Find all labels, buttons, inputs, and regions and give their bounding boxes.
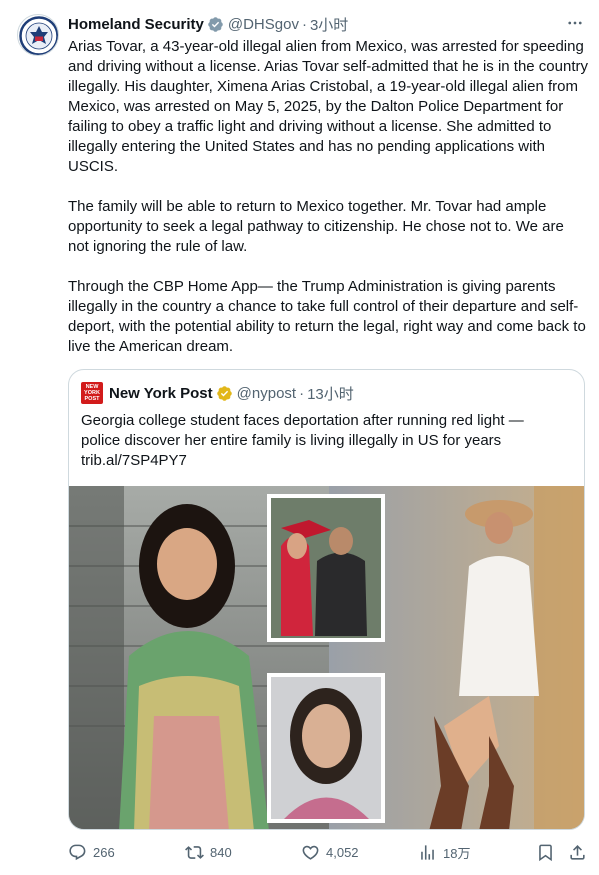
tweet: Homeland Security @DHSgov · 3小时 Arias To… (0, 0, 599, 875)
action-bar: 266 840 4,052 18万 (68, 840, 588, 864)
repost-button[interactable]: 840 (185, 840, 232, 864)
quoted-author-name[interactable]: New York Post (109, 385, 213, 402)
quoted-author-handle[interactable]: @nypost (237, 385, 296, 402)
tweet-paragraph-1: Arias Tovar, a 43-year-old illegal alien… (68, 38, 588, 175)
nypost-logo: NEW YORK POST (81, 382, 103, 404)
author-name[interactable]: Homeland Security (68, 16, 204, 33)
bookmark-button[interactable] (536, 840, 555, 864)
reply-button[interactable]: 266 (68, 840, 115, 864)
tweet-header: Homeland Security @DHSgov · 3小时 (68, 13, 583, 35)
separator-dot: · (301, 15, 307, 33)
share-button[interactable] (568, 840, 587, 864)
reply-count: 266 (93, 844, 115, 860)
quoted-link[interactable]: trib.al/7SP4PY7 (81, 452, 187, 469)
quoted-text: Georgia college student faces deportatio… (81, 412, 524, 449)
verified-gray-badge-icon (208, 16, 223, 32)
bookmark-icon (539, 844, 552, 861)
quoted-photo-collage[interactable] (69, 486, 584, 829)
quoted-time[interactable]: 13小时 (307, 383, 354, 404)
quoted-header: NEW YORK POST New York Post @nypost · 13… (81, 382, 354, 404)
quoted-tweet[interactable]: NEW YORK POST New York Post @nypost · 13… (68, 369, 585, 830)
repost-count: 840 (210, 844, 232, 860)
quoted-text-block: Georgia college student faces deportatio… (81, 411, 561, 471)
repost-icon (185, 845, 204, 859)
author-avatar[interactable] (17, 14, 59, 56)
share-icon (570, 844, 585, 860)
tweet-time[interactable]: 3小时 (310, 14, 348, 35)
views-count: 18万 (443, 845, 471, 861)
heart-icon (302, 845, 319, 860)
like-count: 4,052 (326, 844, 359, 860)
views-button[interactable]: 18万 (418, 840, 470, 864)
photo-collage-image (69, 486, 584, 829)
tweet-paragraph-3: Through the CBP Home App— the Trump Admi… (68, 278, 586, 355)
like-button[interactable]: 4,052 (301, 840, 359, 864)
tweet-paragraph-2: The family will be able to return to Mex… (68, 198, 564, 255)
reply-icon (69, 844, 86, 860)
views-icon (421, 844, 434, 860)
tweet-body: Arias Tovar, a 43-year-old illegal alien… (68, 37, 588, 377)
separator-dot: · (299, 384, 305, 402)
more-icon[interactable] (566, 14, 595, 37)
dhs-seal-icon (19, 16, 58, 55)
verified-gold-badge-icon (216, 385, 232, 401)
author-handle[interactable]: @DHSgov (228, 16, 299, 33)
